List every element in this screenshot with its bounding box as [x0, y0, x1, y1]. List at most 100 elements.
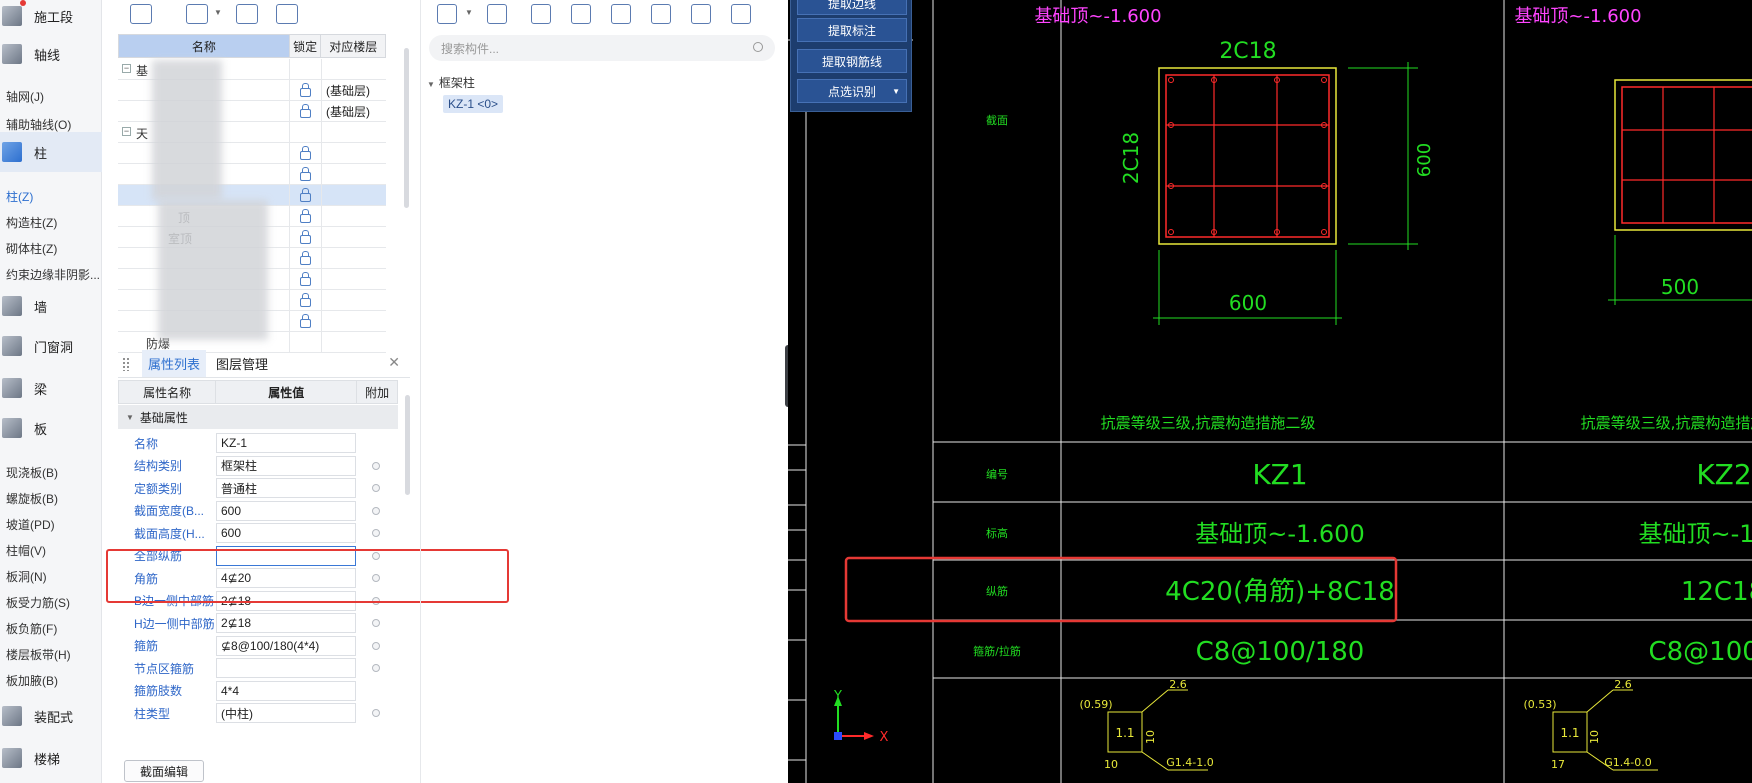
col-name[interactable]: 名称: [119, 35, 290, 57]
attach-radio-icon[interactable]: [372, 484, 380, 492]
nav-item-13[interactable]: 现浇板(B): [6, 464, 58, 481]
nav-category-1[interactable]: 轴线: [0, 34, 102, 74]
property-value-field[interactable]: 4*4: [216, 680, 356, 701]
property-attach[interactable]: [356, 484, 396, 492]
table-icon[interactable]: [611, 4, 631, 24]
section-edit-button[interactable]: 截面编辑: [124, 760, 204, 782]
nav-item-17[interactable]: 板洞(N): [6, 568, 47, 585]
copy-icon[interactable]: [487, 4, 507, 24]
expand-icon[interactable]: −: [122, 64, 131, 73]
property-attach[interactable]: [356, 709, 396, 717]
close-icon[interactable]: ✕: [388, 354, 400, 371]
delete-icon[interactable]: [276, 4, 298, 24]
extract-rebar-line-button[interactable]: 提取钢筋线: [797, 49, 907, 73]
col-lock[interactable]: 锁定: [290, 35, 322, 57]
property-attach[interactable]: [356, 619, 396, 627]
unlock-icon[interactable]: [300, 250, 311, 265]
drag-handle-icon[interactable]: [122, 356, 130, 371]
chevron-down-icon[interactable]: ▼: [892, 87, 900, 96]
attach-radio-icon[interactable]: [372, 529, 380, 537]
cell-lock[interactable]: [290, 80, 322, 100]
nav-item-2[interactable]: 轴网(J): [6, 88, 44, 105]
collapse-icon[interactable]: ▼: [126, 413, 134, 422]
unlock-icon[interactable]: [300, 145, 311, 160]
nav-item-15[interactable]: 坡道(PD): [6, 516, 55, 533]
cell-lock[interactable]: [290, 311, 322, 331]
search-input[interactable]: 搜索构件...: [429, 35, 775, 61]
nav-item-19[interactable]: 板负筋(F): [6, 620, 57, 637]
nav-category-10[interactable]: 门窗洞: [0, 326, 102, 366]
extract-edge-button[interactable]: 提取边线: [797, 0, 907, 15]
nav-item-20[interactable]: 楼层板带(H): [6, 646, 71, 663]
unlock-icon[interactable]: [300, 187, 311, 202]
nav-item-18[interactable]: 板受力筋(S): [6, 594, 70, 611]
tab-property-list[interactable]: 属性列表: [142, 350, 207, 377]
tree-node-frame-column[interactable]: ▼ 框架柱: [427, 74, 475, 91]
attach-radio-icon[interactable]: [372, 506, 380, 515]
cad-canvas[interactable]: 基础顶~-1.600 基础顶~-1.600 2C18 2C18 600 600 500 抗震等…: [788, 0, 1752, 783]
component-scrollbar[interactable]: [404, 48, 409, 208]
cell-lock[interactable]: [290, 143, 322, 163]
unlock-icon[interactable]: [300, 229, 311, 244]
list-icon[interactable]: [691, 4, 711, 24]
duplicate-icon[interactable]: [571, 4, 591, 24]
nav-item-8[interactable]: 约束边缘非阴影...: [6, 266, 100, 283]
unlock-icon[interactable]: [300, 166, 311, 181]
nav-item-16[interactable]: 柱帽(V): [6, 542, 46, 559]
nav-item-7[interactable]: 砌体柱(Z): [6, 240, 57, 257]
nav-category-4[interactable]: 柱: [0, 132, 102, 172]
unlock-icon[interactable]: [300, 208, 311, 223]
cell-lock[interactable]: [290, 59, 322, 79]
expand-icon[interactable]: −: [122, 127, 131, 136]
property-value-field[interactable]: 2⊈18: [216, 613, 356, 633]
unlock-icon[interactable]: [300, 103, 311, 118]
cell-lock[interactable]: [290, 206, 322, 226]
collapse-icon[interactable]: ▼: [427, 80, 435, 89]
property-value-field[interactable]: ⊈8@100/180(4*4): [216, 635, 356, 656]
cell-lock[interactable]: [290, 122, 322, 142]
nav-category-12[interactable]: 板: [0, 408, 102, 448]
point-recognize-button[interactable]: 点选识别 ▼: [797, 79, 907, 103]
search-icon[interactable]: [753, 42, 763, 52]
cell-lock[interactable]: [290, 248, 322, 268]
nav-category-22[interactable]: 装配式: [0, 696, 102, 736]
nav-category-0[interactable]: 施工段: [0, 0, 102, 36]
property-value-field[interactable]: 普通柱: [216, 478, 356, 498]
cell-lock[interactable]: [290, 290, 322, 310]
unlock-icon[interactable]: [300, 82, 311, 97]
nav-item-5[interactable]: 柱(Z): [6, 188, 33, 205]
tree-leaf-kz1[interactable]: KZ-1 <0>: [443, 95, 504, 113]
cell-lock[interactable]: [290, 269, 322, 289]
property-value-field[interactable]: KZ-1: [216, 433, 356, 453]
property-attach[interactable]: [356, 529, 396, 537]
copy-component-icon[interactable]: [236, 4, 258, 24]
property-value-field[interactable]: 600: [216, 500, 356, 521]
cell-lock[interactable]: [290, 227, 322, 247]
new-file-icon[interactable]: [437, 4, 457, 24]
cell-lock[interactable]: [290, 101, 322, 121]
col-floor[interactable]: 对应楼层: [321, 35, 385, 57]
layout-icon[interactable]: [651, 4, 671, 24]
cell-lock[interactable]: [290, 332, 322, 352]
property-value-field[interactable]: 600: [216, 523, 356, 543]
property-value-field[interactable]: 框架柱: [216, 455, 356, 476]
property-value-field[interactable]: [216, 658, 356, 678]
unlock-icon[interactable]: [300, 292, 311, 307]
cell-lock[interactable]: [290, 185, 322, 205]
property-attach[interactable]: [356, 664, 396, 672]
chevron-down-icon[interactable]: ▼: [465, 8, 473, 17]
unlock-icon[interactable]: [300, 271, 311, 286]
extract-annotation-button[interactable]: 提取标注: [797, 18, 907, 42]
property-attach[interactable]: [356, 506, 396, 515]
properties-scrollbar[interactable]: [405, 395, 410, 495]
nav-item-3[interactable]: 辅助轴线(O): [6, 116, 71, 133]
properties-icon[interactable]: [731, 4, 751, 24]
nav-category-9[interactable]: 墙: [0, 286, 102, 326]
nav-item-14[interactable]: 螺旋板(B): [6, 490, 58, 507]
property-group-basic[interactable]: ▼ 基础属性: [118, 405, 398, 429]
attach-radio-icon[interactable]: [372, 461, 380, 470]
attach-radio-icon[interactable]: [372, 619, 380, 627]
nav-item-21[interactable]: 板加腋(B): [6, 672, 58, 689]
property-attach[interactable]: [356, 461, 396, 470]
nav-item-6[interactable]: 构造柱(Z): [6, 214, 57, 231]
